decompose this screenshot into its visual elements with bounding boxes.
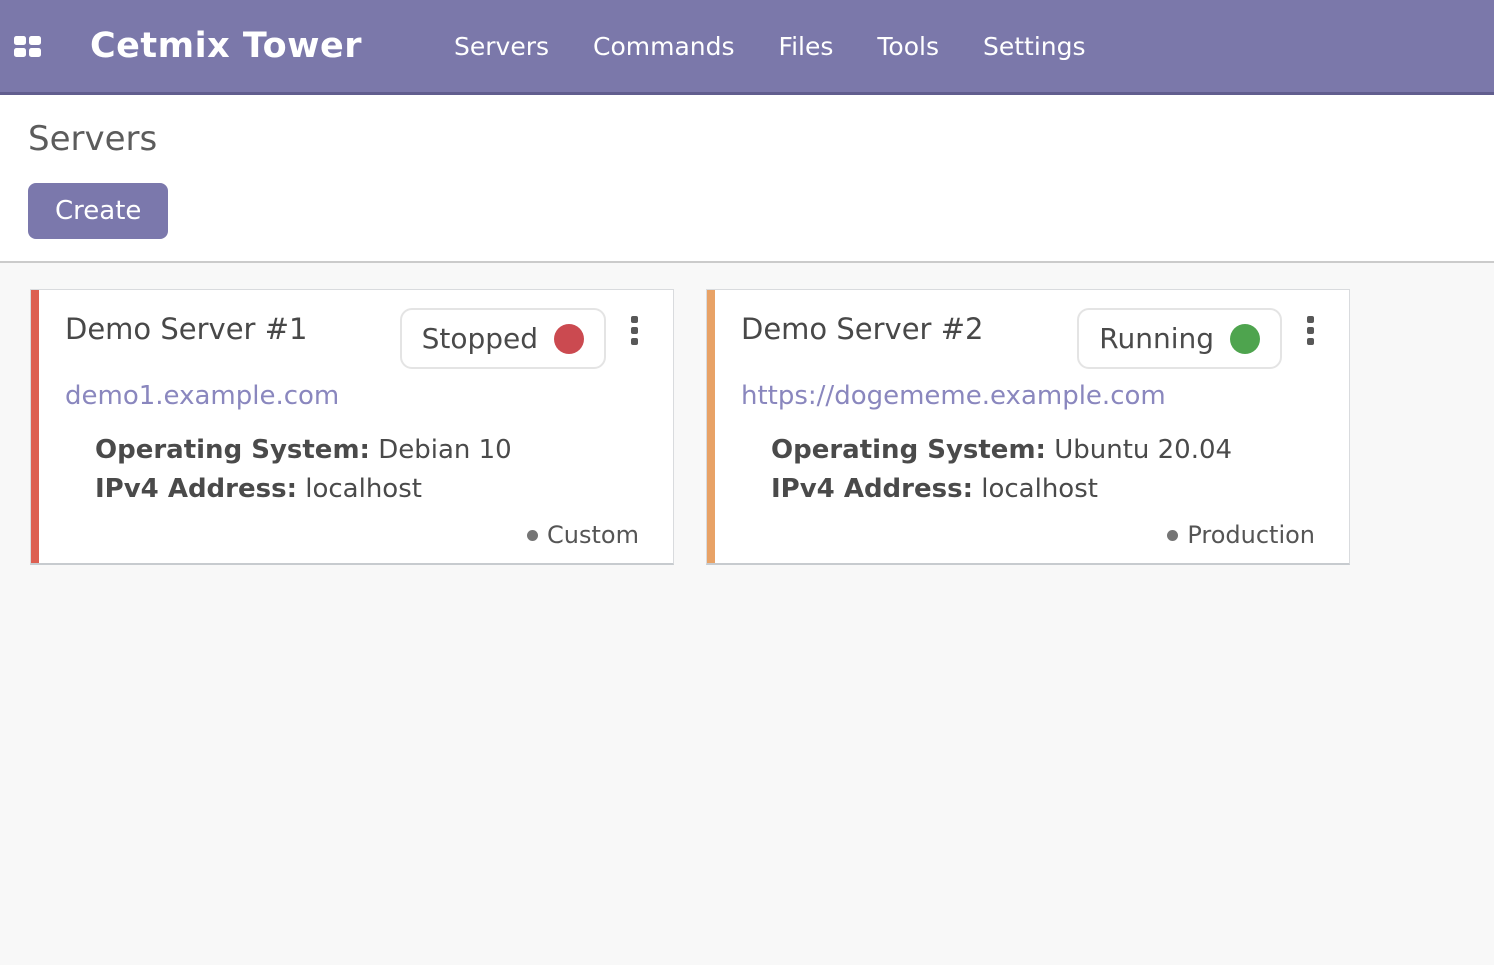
tag-row: Production [741,521,1315,549]
apps-grid-icon[interactable] [14,36,42,57]
apps-grid-square [29,36,41,45]
tag-label: Production [1187,521,1315,549]
menu-item-servers[interactable]: Servers [454,32,549,61]
card-accent-bar [31,290,39,563]
apps-grid-square [14,48,26,57]
brand-title[interactable]: Cetmix Tower [90,26,362,66]
server-url-link[interactable]: demo1.example.com [65,381,639,411]
os-value: Ubuntu 20.04 [1054,435,1232,465]
server-properties: Operating System: Debian 10 IPv4 Address… [65,431,639,509]
server-card[interactable]: Demo Server #2 Running https://dogememe.… [706,289,1350,565]
status-dot-icon [1230,324,1260,354]
tag-label: Custom [547,521,639,549]
server-card[interactable]: Demo Server #1 Stopped demo1.example.com… [30,289,674,565]
tag-dot-icon [527,530,538,541]
apps-grid-square [14,36,26,45]
os-label: Operating System: [771,435,1046,465]
page-title: Servers [28,119,1466,159]
apps-grid-square [29,48,41,57]
ip-label: IPv4 Address: [95,474,297,504]
card-accent-bar [707,290,715,563]
kanban-view: Demo Server #1 Stopped demo1.example.com… [0,261,1494,965]
ip-row: IPv4 Address: localhost [95,470,639,509]
top-navbar: Cetmix Tower Servers Commands Files Tool… [0,0,1494,95]
control-panel: Servers Create [0,95,1494,261]
status-label: Running [1099,322,1214,355]
os-value: Debian 10 [378,435,512,465]
os-row: Operating System: Ubuntu 20.04 [771,431,1315,470]
menu-item-tools[interactable]: Tools [877,32,939,61]
server-status-badge[interactable]: Stopped [400,308,606,369]
tag-dot-icon [1167,530,1178,541]
main-menu: Servers Commands Files Tools Settings [454,32,1086,61]
os-row: Operating System: Debian 10 [95,431,639,470]
tag-row: Custom [65,521,639,549]
kebab-menu-icon[interactable] [1306,316,1315,345]
status-label: Stopped [422,322,538,355]
server-url-link[interactable]: https://dogememe.example.com [741,381,1315,411]
ip-value: localhost [305,474,422,504]
ip-row: IPv4 Address: localhost [771,470,1315,509]
ip-value: localhost [981,474,1098,504]
os-label: Operating System: [95,435,370,465]
kebab-menu-icon[interactable] [630,316,639,345]
ip-label: IPv4 Address: [771,474,973,504]
status-dot-icon [554,324,584,354]
server-name: Demo Server #2 [741,312,983,346]
menu-item-commands[interactable]: Commands [593,32,735,61]
create-button[interactable]: Create [28,183,168,239]
menu-item-settings[interactable]: Settings [983,32,1086,61]
menu-item-files[interactable]: Files [779,32,834,61]
server-properties: Operating System: Ubuntu 20.04 IPv4 Addr… [741,431,1315,509]
server-name: Demo Server #1 [65,312,307,346]
server-status-badge[interactable]: Running [1077,308,1282,369]
